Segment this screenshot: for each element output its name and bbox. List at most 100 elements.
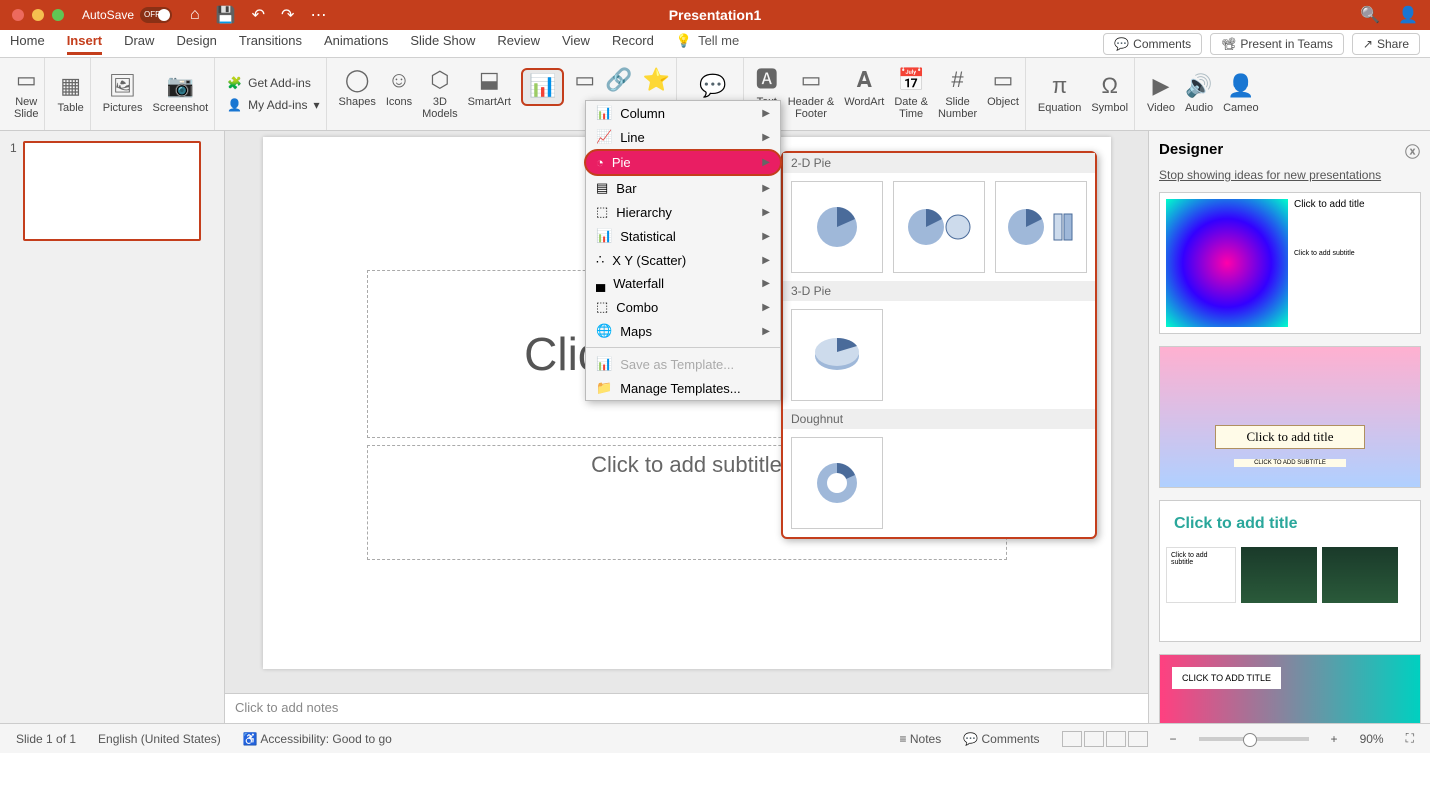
shapes-button[interactable]: ◯Shapes <box>339 68 376 108</box>
tab-design[interactable]: Design <box>176 33 216 55</box>
table-button[interactable]: ▦Table <box>57 74 83 114</box>
ribbon-tabs: Home Insert Draw Design Transitions Anim… <box>10 33 739 55</box>
screenshot-button[interactable]: 📷Screenshot <box>153 74 209 114</box>
equation-button[interactable]: πEquation <box>1038 74 1081 114</box>
3d-models-button[interactable]: ⬡3D Models <box>422 68 457 120</box>
document-title: Presentation1 <box>669 7 762 23</box>
new-slide-button[interactable]: ▭New Slide <box>14 68 38 120</box>
more-icon[interactable]: ⋯ <box>310 5 326 25</box>
slide-thumbnails: 1 <box>0 131 225 723</box>
design-idea-3[interactable]: Click to add title Click to add subtitle <box>1159 500 1421 642</box>
zoom-level[interactable]: 90% <box>1360 732 1384 746</box>
share-button[interactable]: ↗ Share <box>1352 33 1420 55</box>
tab-animations[interactable]: Animations <box>324 33 388 55</box>
view-buttons <box>1062 731 1148 747</box>
chart-type-statistical[interactable]: 📊 Statistical▶ <box>586 224 780 248</box>
action-button[interactable]: ⭐ <box>643 68 670 94</box>
my-addins-button[interactable]: 👤 My Add-ins ▾ <box>227 98 319 112</box>
chart-button[interactable]: 📊 <box>521 68 564 106</box>
slideshow-view-icon[interactable] <box>1128 731 1148 747</box>
close-designer-icon[interactable]: ⓧ <box>1405 141 1420 162</box>
language-indicator[interactable]: English (United States) <box>98 732 221 746</box>
notes-pane[interactable]: Click to add notes <box>225 693 1148 723</box>
tab-review[interactable]: Review <box>497 33 540 55</box>
normal-view-icon[interactable] <box>1062 731 1082 747</box>
tab-slideshow[interactable]: Slide Show <box>410 33 475 55</box>
home-icon[interactable]: ⌂ <box>190 6 200 24</box>
tell-me[interactable]: 💡 Tell me <box>676 33 739 55</box>
status-bar: Slide 1 of 1 English (United States) ♿ A… <box>0 723 1430 753</box>
slidenumber-button[interactable]: #Slide Number <box>938 68 977 120</box>
wordart-button[interactable]: 𝐀WordArt <box>844 68 884 108</box>
symbol-button[interactable]: ΩSymbol <box>1091 74 1128 114</box>
reading-view-icon[interactable] <box>1106 731 1126 747</box>
accessibility-indicator[interactable]: ♿ Accessibility: Good to go <box>243 732 392 746</box>
minimize-window-icon[interactable] <box>32 9 44 21</box>
video-button[interactable]: ▶Video <box>1147 74 1175 114</box>
notes-toggle[interactable]: ≡ Notes <box>900 732 942 746</box>
chart-type-combo[interactable]: ⬚ Combo▶ <box>586 295 780 319</box>
audio-button[interactable]: 🔊Audio <box>1185 74 1213 114</box>
zoom-in-icon[interactable]: + <box>1331 732 1338 746</box>
pictures-button[interactable]: 🖼Pictures <box>103 74 143 114</box>
smartart-button[interactable]: ⬓SmartArt <box>468 68 511 108</box>
chart-type-scatter[interactable]: ∴ X Y (Scatter)▶ <box>586 248 780 272</box>
fit-window-icon[interactable]: ⛶ <box>1406 731 1414 746</box>
designer-title: Designer <box>1159 141 1223 162</box>
submenu-3d-header: 3-D Pie <box>783 281 1095 301</box>
save-icon[interactable]: 💾 <box>216 5 236 25</box>
header-footer-button[interactable]: ▭Header & Footer <box>788 68 834 120</box>
redo-icon[interactable]: ↷ <box>281 5 294 25</box>
sorter-view-icon[interactable] <box>1084 731 1104 747</box>
manage-templates-item[interactable]: 📁 Manage Templates... <box>586 376 780 400</box>
autosave-label: AutoSave <box>82 8 134 22</box>
designer-stop-link[interactable]: Stop showing ideas for new presentations <box>1159 168 1420 182</box>
pie-chart-submenu: 2-D Pie 3-D Pie Doughnut <box>781 151 1097 539</box>
ribbon-tabs-row: Home Insert Draw Design Transitions Anim… <box>0 30 1430 58</box>
submenu-doughnut-header: Doughnut <box>783 409 1095 429</box>
pie-bar-option[interactable] <box>995 181 1087 273</box>
present-teams-button[interactable]: 📽 Present in Teams <box>1210 33 1344 55</box>
pie-3d-option[interactable] <box>791 309 883 401</box>
chart-type-bar[interactable]: ▤ Bar▶ <box>586 176 780 200</box>
tab-view[interactable]: View <box>562 33 590 55</box>
datetime-button[interactable]: 📅Date & Time <box>894 68 928 120</box>
chart-type-waterfall[interactable]: ▄ Waterfall▶ <box>586 272 780 295</box>
maximize-window-icon[interactable] <box>52 9 64 21</box>
tab-insert[interactable]: Insert <box>67 33 102 55</box>
account-icon[interactable]: 👤 <box>1398 5 1418 25</box>
tab-record[interactable]: Record <box>612 33 654 55</box>
autosave-switch[interactable]: OFF <box>140 7 172 23</box>
get-addins-button[interactable]: 🧩 Get Add-ins <box>227 76 319 90</box>
zoom-out-icon[interactable]: − <box>1170 732 1177 746</box>
comments-toggle[interactable]: 💬 Comments <box>963 732 1039 746</box>
autosave-toggle[interactable]: AutoSave OFF <box>82 7 172 23</box>
design-idea-2[interactable]: Click to add title CLICK TO ADD SUBTITLE <box>1159 346 1421 488</box>
zoom-button[interactable]: ▭ <box>574 68 595 94</box>
pie-exploded-option[interactable] <box>893 181 985 273</box>
cameo-button[interactable]: 👤Cameo <box>1223 74 1258 114</box>
save-template-item: 📊 Save as Template... <box>586 352 780 376</box>
design-idea-1[interactable]: Click to add title Click to add subtitle <box>1159 192 1421 334</box>
quick-access-toolbar: ⌂ 💾 ↶ ↷ ⋯ <box>190 5 326 25</box>
chart-type-maps[interactable]: 🌐 Maps▶ <box>586 319 780 343</box>
tab-draw[interactable]: Draw <box>124 33 154 55</box>
object-button[interactable]: ▭Object <box>987 68 1019 108</box>
design-idea-4[interactable]: CLICK TO ADD TITLE <box>1159 654 1421 723</box>
link-button[interactable]: 🔗 <box>605 68 632 94</box>
comments-button[interactable]: 💬 Comments <box>1103 33 1202 55</box>
chart-type-column[interactable]: 📊 Column▶ <box>586 101 780 125</box>
search-icon[interactable]: 🔍 <box>1360 5 1380 25</box>
slide-thumbnail-1[interactable] <box>23 141 201 241</box>
icons-button[interactable]: ☺Icons <box>386 68 412 108</box>
close-window-icon[interactable] <box>12 9 24 21</box>
undo-icon[interactable]: ↶ <box>252 5 265 25</box>
chart-type-hierarchy[interactable]: ⬚ Hierarchy▶ <box>586 200 780 224</box>
tab-transitions[interactable]: Transitions <box>239 33 302 55</box>
pie-2d-option[interactable] <box>791 181 883 273</box>
chart-type-line[interactable]: 📈 Line▶ <box>586 125 780 149</box>
doughnut-option[interactable] <box>791 437 883 529</box>
tab-home[interactable]: Home <box>10 33 45 55</box>
zoom-slider[interactable] <box>1199 737 1309 741</box>
chart-type-pie[interactable]: ◔ Pie▶ <box>584 149 782 176</box>
